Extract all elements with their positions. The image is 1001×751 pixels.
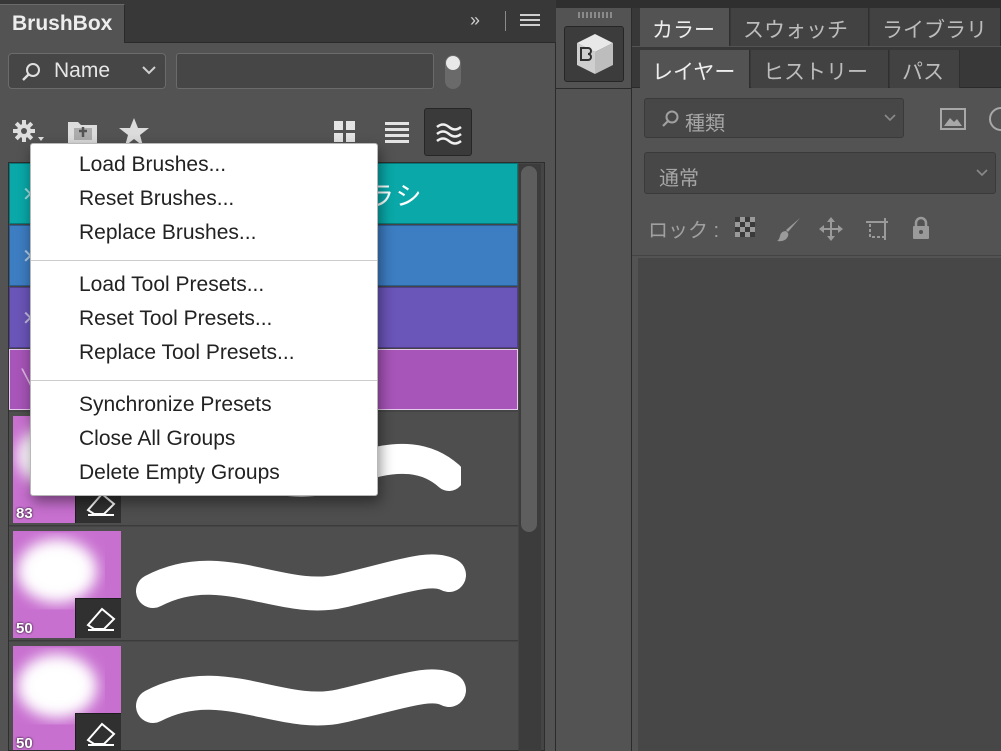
brush-size-label: 50 — [16, 735, 33, 751]
menu-item-synchronize-presets[interactable]: Synchronize Presets — [79, 393, 272, 417]
eraser-badge — [75, 598, 121, 638]
brush-thumbnail: 50 — [13, 646, 121, 751]
scrollbar-thumb[interactable] — [521, 166, 537, 532]
chevron-down-icon — [976, 169, 988, 177]
tab-libraries[interactable]: ライブラリ — [870, 8, 1001, 46]
brush-size-label: 83 — [16, 505, 33, 522]
blend-mode-select[interactable]: 通常 — [644, 152, 996, 194]
menu-item-delete-empty-groups[interactable]: Delete Empty Groups — [79, 461, 280, 485]
eraser-icon — [86, 722, 116, 746]
brushbox-context-menu: Load Brushes... Reset Brushes... Replace… — [30, 143, 378, 496]
menu-item-replace-brushes[interactable]: Replace Brushes... — [79, 221, 256, 245]
panel-top-bar — [632, 0, 1001, 8]
lock-artboard-icon[interactable] — [864, 216, 890, 242]
stroke-view-icon — [436, 123, 462, 145]
filter-toggle-switch[interactable] — [444, 54, 462, 90]
new-group-folder-icon[interactable] — [66, 116, 100, 146]
dock-divider — [556, 88, 632, 89]
filter-type-label: Name — [54, 59, 111, 82]
layer-filter-kind-label: 種類 — [685, 113, 725, 135]
panel-menu-icon[interactable] — [520, 14, 540, 28]
menu-separator — [31, 380, 377, 381]
color-tab-row: カラー スウォッチ ライブラリ — [632, 8, 1001, 46]
filter-type-select[interactable]: Name — [8, 53, 166, 89]
brushbox-dock-button[interactable] — [564, 26, 624, 82]
tab-bar-divider — [505, 11, 506, 31]
tab-paths[interactable]: パス — [890, 50, 960, 88]
blend-mode-label: 通常 — [659, 168, 699, 190]
brush-stroke-preview — [136, 554, 466, 611]
filter-text-input[interactable] — [176, 53, 434, 89]
search-icon — [662, 110, 679, 127]
brush-list-scrollbar[interactable] — [519, 164, 541, 751]
search-icon — [22, 63, 40, 81]
dock-grip-icon[interactable] — [578, 12, 614, 18]
layer-filter-kind-select[interactable]: 種類 — [644, 98, 904, 138]
tab-layers[interactable]: レイヤー — [640, 50, 750, 88]
lock-label: ロック : — [648, 220, 720, 242]
lock-row: ロック : — [632, 200, 1001, 256]
menu-item-load-brushes[interactable]: Load Brushes... — [79, 153, 226, 177]
layer-list — [638, 258, 1001, 751]
gear-icon[interactable] — [12, 118, 46, 146]
grid-view-icon[interactable] — [333, 120, 357, 144]
chevron-down-icon — [884, 114, 896, 122]
tab-swatches[interactable]: スウォッチ — [731, 8, 869, 46]
menu-item-replace-tool-presets[interactable]: Replace Tool Presets... — [79, 341, 295, 365]
brush-row[interactable]: 50 — [9, 527, 518, 641]
collapsed-dock — [556, 0, 632, 751]
dock-top-bar — [556, 0, 632, 8]
brushbox-title: BrushBox — [12, 12, 113, 35]
lock-all-padlock-icon[interactable] — [910, 216, 932, 240]
menu-item-reset-tool-presets[interactable]: Reset Tool Presets... — [79, 307, 272, 331]
menu-item-load-tool-presets[interactable]: Load Tool Presets... — [79, 273, 264, 297]
adjustment-layer-filter-icon[interactable] — [988, 106, 1001, 132]
layers-panel-group: カラー スウォッチ ライブラリ レイヤー ヒストリー パス 種類 通常 ロック … — [632, 0, 1001, 751]
stroke-view-button[interactable] — [424, 108, 472, 156]
menu-separator — [31, 260, 377, 261]
brush-size-label: 50 — [16, 620, 33, 637]
collapse-panel-icon[interactable]: ›› — [470, 10, 480, 31]
brushbox-tab[interactable]: BrushBox — [0, 4, 125, 43]
tab-history[interactable]: ヒストリー — [751, 50, 889, 88]
lock-position-move-icon[interactable] — [818, 216, 844, 242]
tab-color[interactable]: カラー — [640, 8, 730, 46]
list-view-icon[interactable] — [384, 120, 410, 144]
eraser-badge — [75, 713, 121, 750]
lock-image-pixels-brush-icon[interactable] — [776, 216, 802, 242]
brushbox-tab-bar: BrushBox ›› — [0, 0, 556, 43]
menu-item-reset-brushes[interactable]: Reset Brushes... — [79, 187, 234, 211]
menu-item-close-all-groups[interactable]: Close All Groups — [79, 427, 235, 451]
chevron-down-icon — [142, 66, 156, 75]
image-layer-filter-icon[interactable] — [940, 108, 966, 130]
lock-transparent-pixels-icon[interactable] — [734, 216, 756, 238]
brushbox-cube-icon — [577, 34, 613, 74]
brush-row[interactable]: 50 — [9, 642, 518, 751]
eraser-icon — [86, 607, 116, 631]
brush-thumbnail: 50 — [13, 531, 121, 638]
brush-stroke-preview — [136, 669, 466, 726]
layers-tab-row: レイヤー ヒストリー パス — [632, 47, 1001, 88]
